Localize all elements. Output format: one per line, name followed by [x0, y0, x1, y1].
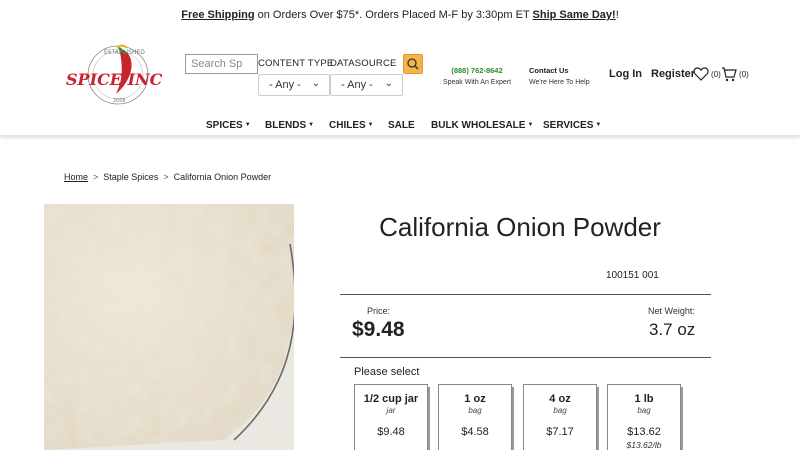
promo-banner: Free Shipping on Orders Over $75*. Order…	[0, 9, 800, 21]
option-unit-price: $13.62/lb	[626, 440, 662, 450]
product-sku: 100151 001	[606, 270, 659, 281]
phone-subtitle: Speak With An Expert	[442, 79, 512, 86]
content-type-select[interactable]: - Any - ⌄	[258, 74, 330, 96]
contact-subtitle: We're Here To Help	[529, 79, 590, 86]
breadcrumb-category[interactable]: Staple Spices	[103, 172, 158, 182]
search-icon	[407, 58, 419, 70]
nav-chiles-label: CHILES	[329, 120, 366, 131]
logo-wordmark: SPICE INC	[66, 70, 162, 89]
net-weight-label: Net Weight:	[648, 306, 695, 316]
nav-spices[interactable]: SPICES ▼	[206, 120, 251, 131]
logo-year-text: 2008	[113, 98, 126, 104]
option-price: $7.17	[546, 426, 574, 438]
nav-services-label: SERVICES	[543, 120, 594, 131]
option-pack: jar	[386, 406, 396, 415]
caret-down-icon: ▼	[367, 122, 374, 128]
breadcrumb: Home > Staple Spices > California Onion Powd…	[64, 172, 271, 182]
nav-services[interactable]: SERVICES ▼	[543, 120, 601, 131]
promo-tail: !	[615, 9, 619, 21]
option-price: $9.48	[377, 426, 405, 438]
spice-inc-logo[interactable]: ESTABLISHED 2008 SPICE INC	[64, 44, 162, 106]
net-weight-value: 3.7 oz	[649, 320, 696, 339]
cart-icon[interactable]	[721, 66, 737, 82]
login-link[interactable]: Log In	[609, 68, 642, 80]
option-size: 1 oz	[464, 393, 486, 405]
product-price: $9.48	[352, 318, 405, 341]
nav-chiles[interactable]: CHILES ▼	[329, 120, 374, 131]
caret-down-icon: ▼	[244, 122, 251, 128]
contact-title[interactable]: Contact Us	[529, 66, 593, 75]
search-input[interactable]: Search Sp	[185, 54, 258, 74]
ship-same-day-link[interactable]: Ship Same Day!	[533, 9, 616, 21]
cart-count: (0)	[739, 70, 749, 79]
breadcrumb-separator: >	[93, 172, 99, 182]
option-pack: bag	[553, 406, 567, 415]
option-price: $4.58	[461, 426, 489, 438]
breadcrumb-separator: >	[163, 172, 169, 182]
select-prompt: Please select	[354, 366, 420, 378]
nav-spices-label: SPICES	[206, 120, 243, 131]
breadcrumb-home[interactable]: Home	[64, 172, 88, 182]
content-type-label: CONTENT TYPE	[258, 58, 334, 69]
option-size: 4 oz	[549, 393, 571, 405]
nav-sale-label: SALE	[388, 120, 415, 131]
main-nav: SPICES ▼ BLENDS ▼ CHILES ▼ SALE BULK WHOLES…	[0, 120, 800, 134]
size-option-1oz[interactable]: 1 oz bag $4.58	[438, 384, 514, 450]
chevron-down-icon: ⌄	[384, 78, 393, 89]
heart-icon[interactable]	[693, 66, 709, 82]
contact-us[interactable]: Contact Us We're Here To Help	[529, 66, 593, 86]
free-shipping-link[interactable]: Free Shipping	[181, 9, 254, 21]
datasource-select[interactable]: - Any - ⌄	[330, 74, 403, 96]
nav-blends-label: BLENDS	[265, 120, 307, 131]
size-option-half-cup-jar[interactable]: 1/2 cup jar jar $9.48	[354, 384, 430, 450]
chevron-down-icon: ⌄	[311, 78, 320, 89]
breadcrumb-current: California Onion Powder	[173, 172, 272, 182]
phone-number[interactable]: (888) 762-8642	[441, 66, 513, 75]
search-button[interactable]	[403, 54, 423, 74]
size-option-1lb[interactable]: 1 lb bag $13.62 $13.62/lb	[607, 384, 683, 450]
datasource-value: - Any -	[341, 79, 373, 91]
option-size: 1/2 cup jar	[363, 393, 419, 405]
caret-down-icon: ▼	[595, 122, 602, 128]
nav-bulk-wholesale[interactable]: BULK WHOLESALE ▼	[431, 120, 533, 131]
nav-blends[interactable]: BLENDS ▼	[265, 120, 314, 131]
option-pack: bag	[468, 406, 482, 415]
option-pack: bag	[637, 406, 651, 415]
nav-sale[interactable]: SALE	[388, 120, 415, 131]
product-title: California Onion Powder	[379, 212, 661, 242]
register-link[interactable]: Register	[651, 68, 695, 80]
datasource-label: DATASOURCE	[330, 58, 397, 69]
phone-contact[interactable]: (888) 762-8642 Speak With An Expert	[441, 66, 513, 86]
wishlist-count: (0)	[711, 70, 721, 79]
divider	[340, 357, 711, 358]
promo-text: on Orders Over $75*. Orders Placed M-F b…	[254, 9, 533, 21]
nav-bulk-label: BULK WHOLESALE	[431, 120, 526, 131]
caret-down-icon: ▼	[527, 122, 534, 128]
price-label: Price:	[367, 306, 391, 316]
divider	[340, 294, 711, 295]
size-option-4oz[interactable]: 4 oz bag $7.17	[523, 384, 599, 450]
content-type-value: - Any -	[269, 79, 301, 91]
caret-down-icon: ▼	[308, 122, 315, 128]
product-image[interactable]	[44, 204, 294, 450]
site-header: ESTABLISHED 2008 SPICE INC Search Sp CON…	[0, 30, 800, 136]
option-size: 1 lb	[634, 393, 654, 405]
option-price: $13.62	[627, 426, 661, 438]
